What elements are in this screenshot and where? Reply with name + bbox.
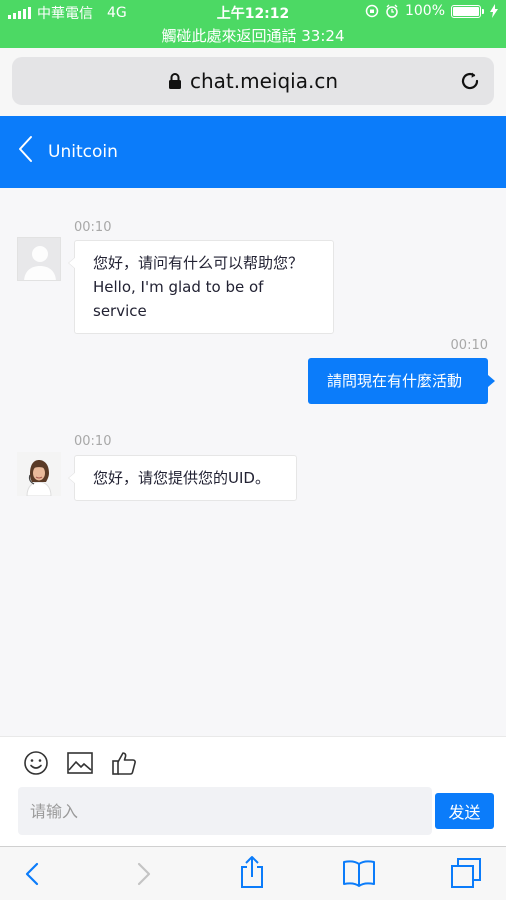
message-input[interactable]	[18, 787, 432, 835]
tabs-icon[interactable]	[450, 857, 482, 889]
lock-icon	[168, 73, 181, 89]
image-icon[interactable]	[66, 749, 94, 777]
bookmarks-icon[interactable]	[342, 859, 376, 887]
forward-icon[interactable]	[134, 859, 154, 889]
message-time: 00:10	[74, 434, 112, 449]
chat-title: Unitcoin	[48, 142, 118, 162]
share-icon[interactable]	[238, 855, 266, 889]
agent-avatar	[17, 452, 61, 496]
composer: 发送	[0, 736, 506, 846]
message-time: 00:10	[74, 220, 112, 235]
send-button[interactable]: 发送	[435, 793, 494, 829]
message-text: Hello, I'm glad to be of service	[93, 278, 264, 320]
return-to-call-banner[interactable]: 觸碰此處來返回通話 33:24	[0, 25, 506, 46]
status-bar[interactable]: 中華電信 4G 上午12:12 100% 觸碰此處來返回通話 33:24	[0, 0, 506, 48]
incoming-message: 您好，请您提供您的UID。	[68, 455, 297, 501]
battery-percent: 100%	[404, 3, 445, 19]
outgoing-message: 請問現在有什麼活動	[308, 358, 495, 404]
orientation-lock-icon	[365, 4, 379, 18]
agent-photo-icon	[17, 452, 61, 496]
charging-icon	[490, 4, 498, 18]
alarm-icon	[386, 4, 398, 18]
url-text: chat.meiqia.cn	[189, 69, 338, 93]
browser-address-area: chat.meiqia.cn	[0, 48, 506, 116]
message-time: 00:10	[450, 338, 488, 353]
back-chevron-icon[interactable]	[16, 134, 36, 164]
battery-icon	[451, 4, 484, 18]
emoji-icon[interactable]	[22, 749, 50, 777]
user-silhouette-icon	[24, 246, 56, 280]
chat-header: Unitcoin	[0, 116, 506, 188]
message-list[interactable]: 00:10 您好，请问有什么可以帮助您？ Hello, I'm glad to …	[0, 188, 506, 736]
message-text: 您好，请问有什么可以帮助您？	[93, 254, 304, 272]
reload-icon[interactable]	[458, 69, 482, 93]
agent-default-avatar	[17, 237, 61, 281]
message-text: 請問現在有什麼活動	[327, 372, 463, 390]
address-bar[interactable]: chat.meiqia.cn	[12, 57, 494, 105]
browser-toolbar	[0, 846, 506, 900]
back-icon[interactable]	[22, 859, 42, 889]
message-text: 您好，请您提供您的UID。	[93, 469, 270, 487]
incoming-message: 您好，请问有什么可以帮助您？ Hello, I'm glad to be of …	[68, 240, 334, 334]
thumbs-up-icon[interactable]	[110, 749, 138, 777]
